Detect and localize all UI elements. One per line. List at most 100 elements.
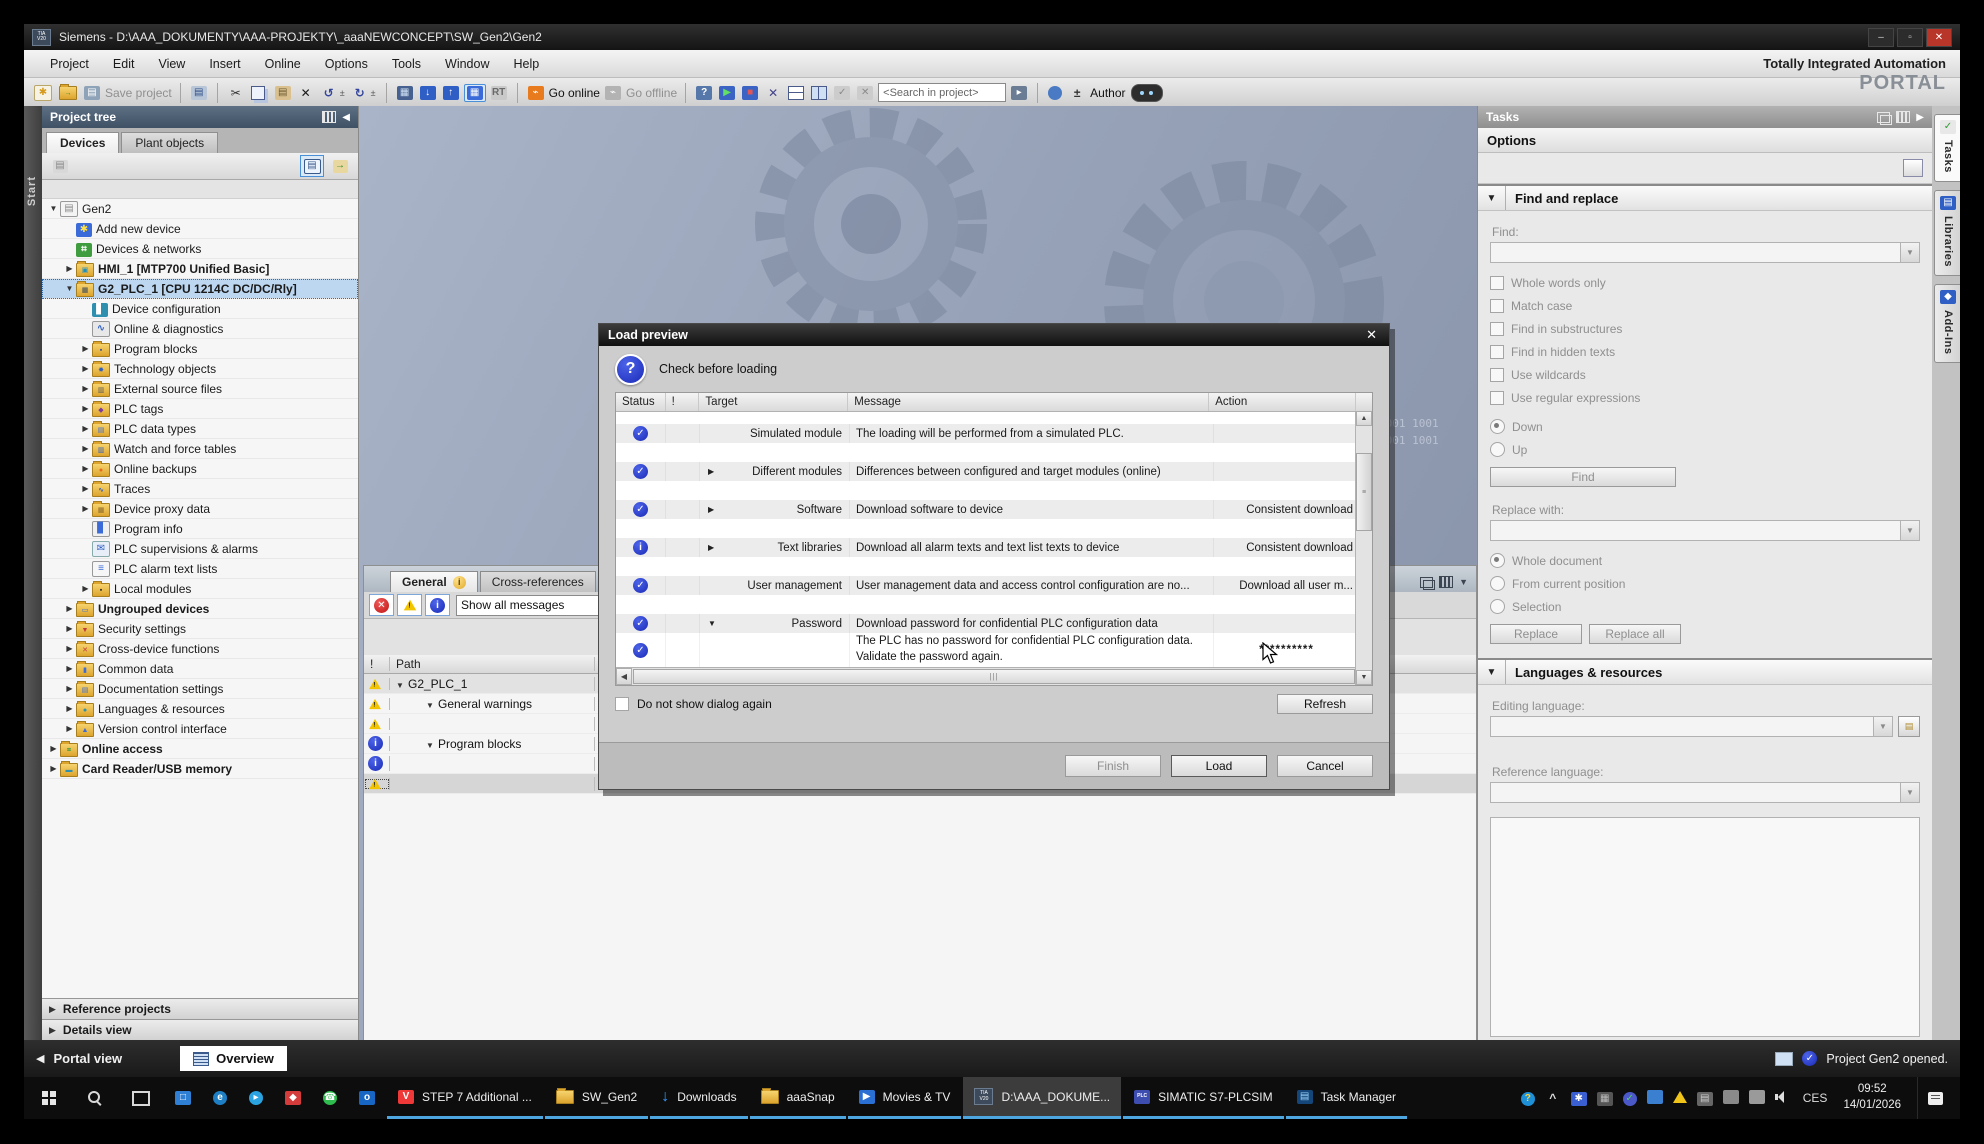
list-view-icon[interactable]: ▤ xyxy=(300,155,324,177)
tree-item-plc-alarm-text-lists[interactable]: ≡PLC alarm text lists xyxy=(42,559,358,579)
float-tasks-icon[interactable] xyxy=(1877,112,1890,123)
tree-item-plc-supervisions-alarms[interactable]: ✉PLC supervisions & alarms xyxy=(42,539,358,559)
tree-item-ungrouped-devices[interactable]: ▶▭Ungrouped devices xyxy=(42,599,358,619)
row-action-cell[interactable]: Download all user m... xyxy=(1214,576,1362,595)
column-exclamation[interactable]: ! xyxy=(364,657,390,671)
search-in-project-input[interactable] xyxy=(878,83,1006,103)
grid-app-button[interactable]: ▦ xyxy=(1597,1090,1613,1106)
whatsapp-button[interactable]: ☎ xyxy=(313,1077,347,1119)
column-path[interactable]: Path xyxy=(390,657,595,671)
radio-icon[interactable] xyxy=(1490,442,1505,457)
tree-expand-icon[interactable]: ▶ xyxy=(64,644,75,653)
menu-tools[interactable]: Tools xyxy=(380,54,433,74)
checkbox-icon[interactable] xyxy=(1490,391,1504,405)
menu-view[interactable]: View xyxy=(146,54,197,74)
languages-resources-header[interactable]: ▼ Languages & resources xyxy=(1478,658,1932,685)
cancel-action-icon[interactable]: ✕ xyxy=(763,85,783,101)
row-action-cell[interactable]: Consistent download xyxy=(1214,538,1362,557)
photos-button[interactable]: □ xyxy=(165,1077,201,1119)
tree-expand-icon[interactable]: ▶ xyxy=(80,484,91,493)
go-online-icon[interactable]: ⌁ xyxy=(526,85,546,101)
tree-expand-icon[interactable]: ▶ xyxy=(48,744,59,753)
radio-icon[interactable] xyxy=(1490,419,1505,434)
print-icon[interactable]: ▤ xyxy=(189,85,209,101)
tree-expand-icon[interactable]: ▶ xyxy=(80,404,91,413)
notification-center-button[interactable] xyxy=(1917,1077,1952,1119)
search-in-project-input[interactable] xyxy=(878,83,1006,102)
load-preview-row[interactable]: ✓▼PasswordDownload password for confiden… xyxy=(616,614,1372,633)
tree-expand-icon[interactable]: ▶ xyxy=(64,704,75,713)
editing-language-select[interactable]: ▼ xyxy=(1490,716,1893,737)
tasks-columns-icon[interactable] xyxy=(1896,111,1910,123)
radio-from-current-position[interactable]: From current position xyxy=(1490,572,1920,595)
menu-online[interactable]: Online xyxy=(253,54,313,74)
dialog-title-bar[interactable]: Load preview ✕ xyxy=(599,324,1389,346)
tree-expand-icon[interactable]: ▶ xyxy=(80,584,91,593)
upload-from-device-icon[interactable]: ↑ xyxy=(441,85,461,101)
open-project-icon[interactable]: → xyxy=(57,85,79,101)
tree-item-device-configuration[interactable]: ▋Device configuration xyxy=(42,299,358,319)
display-button[interactable] xyxy=(1647,1090,1663,1107)
keyboard-language[interactable]: CES xyxy=(1803,1091,1828,1105)
tab-plant-objects[interactable]: Plant objects xyxy=(121,132,218,153)
tree-collapse-icon[interactable]: ▼ xyxy=(48,204,59,213)
online-diagnostics-icon[interactable]: ? xyxy=(694,85,714,101)
expand-panel-icon[interactable]: ▶ xyxy=(1916,112,1924,123)
find-dropdown-icon[interactable]: ▼ xyxy=(1900,243,1919,262)
device-overview-icon[interactable]: ▤ xyxy=(48,155,72,177)
expand-icon[interactable]: ▶ xyxy=(708,467,714,476)
maximize-button[interactable]: ▫ xyxy=(1897,28,1923,47)
load-preview-row[interactable]: ✓▶Different modulesDifferences between c… xyxy=(616,462,1372,481)
radio-selection[interactable]: Selection xyxy=(1490,595,1920,618)
radio-icon[interactable] xyxy=(1490,576,1505,591)
cut-icon[interactable]: ✂ xyxy=(226,85,246,101)
tree-expand-icon[interactable]: ▶ xyxy=(64,724,75,733)
export-list-icon[interactable]: → xyxy=(328,155,352,177)
radio-icon[interactable] xyxy=(1490,599,1505,614)
reference-language-dropdown-icon[interactable]: ▼ xyxy=(1900,783,1919,802)
radio-whole-document[interactable]: Whole document xyxy=(1490,549,1920,572)
tree-expand-icon[interactable]: ▶ xyxy=(48,764,59,773)
replace-input[interactable]: ▼ xyxy=(1490,520,1920,541)
tree-item-card-reader-usb-memory[interactable]: ▶▬Card Reader/USB memory xyxy=(42,759,358,779)
close-button[interactable]: ✕ xyxy=(1926,28,1952,47)
tree-item-documentation-settings[interactable]: ▶▤Documentation settings xyxy=(42,679,358,699)
radio-icon[interactable] xyxy=(1490,553,1505,568)
checkbox-use-regular-expressions[interactable]: Use regular expressions xyxy=(1490,386,1920,409)
split-vertical-icon[interactable] xyxy=(809,85,829,101)
vertical-scroll-thumb[interactable]: ≡ xyxy=(1356,453,1372,531)
new-project-icon[interactable]: ✱ xyxy=(32,84,54,102)
start-simulation-icon[interactable]: ▦ xyxy=(464,84,486,102)
network-monitor-button[interactable]: ▤ xyxy=(1697,1090,1713,1106)
taskbar-app-aaasnap[interactable]: aaaSnap xyxy=(750,1077,846,1119)
side-tab-libraries[interactable]: ▤Libraries xyxy=(1934,190,1960,276)
editing-language-dropdown-icon[interactable]: ▼ xyxy=(1873,717,1892,736)
user-dropdown-icon[interactable]: ± xyxy=(1067,85,1087,101)
replace-button[interactable]: Replace xyxy=(1490,624,1582,644)
menu-insert[interactable]: Insert xyxy=(197,54,252,74)
tree-expand-icon[interactable]: ▶ xyxy=(64,624,75,633)
float-inspector-icon[interactable] xyxy=(1420,577,1433,588)
tree-item-traces[interactable]: ▶∿Traces xyxy=(42,479,358,499)
tree-item-cross-device-functions[interactable]: ▶✕Cross-device functions xyxy=(42,639,358,659)
load-preview-row[interactable]: i▶Text librariesDownload all alarm texts… xyxy=(616,538,1372,557)
paste-icon[interactable]: ▤ xyxy=(273,85,293,101)
checkbox-use-wildcards[interactable]: Use wildcards xyxy=(1490,363,1920,386)
compile-icon[interactable]: ▦ xyxy=(395,85,415,101)
finish-button[interactable]: Finish xyxy=(1065,755,1161,777)
stop-cpu-icon[interactable]: ■ xyxy=(740,85,760,101)
tree-item-plc-tags[interactable]: ▶◆PLC tags xyxy=(42,399,358,419)
replace-all-button[interactable]: Replace all xyxy=(1589,624,1681,644)
horizontal-scrollbar[interactable]: ◀ ||| ▶ xyxy=(616,667,1372,685)
taskbar-app-movies-tv[interactable]: ▶Movies & TV xyxy=(848,1077,962,1119)
start-strip[interactable]: Start xyxy=(24,106,42,1040)
inspector-collapse-icon[interactable]: ▼ xyxy=(1459,577,1468,587)
menu-window[interactable]: Window xyxy=(433,54,501,74)
tree-expand-icon[interactable]: ▶ xyxy=(80,344,91,353)
task-view-button[interactable] xyxy=(118,1077,164,1119)
tree-item-device-proxy-data[interactable]: ▶▦Device proxy data xyxy=(42,499,358,519)
tray-expand-button[interactable]: ^ xyxy=(1545,1091,1561,1105)
portal-view-button[interactable]: ◀ Portal view xyxy=(36,1051,122,1066)
menu-project[interactable]: Project xyxy=(38,54,101,74)
tree-item-hmi-1-mtp700-unified-basic[interactable]: ▶▣HMI_1 [MTP700 Unified Basic] xyxy=(42,259,358,279)
